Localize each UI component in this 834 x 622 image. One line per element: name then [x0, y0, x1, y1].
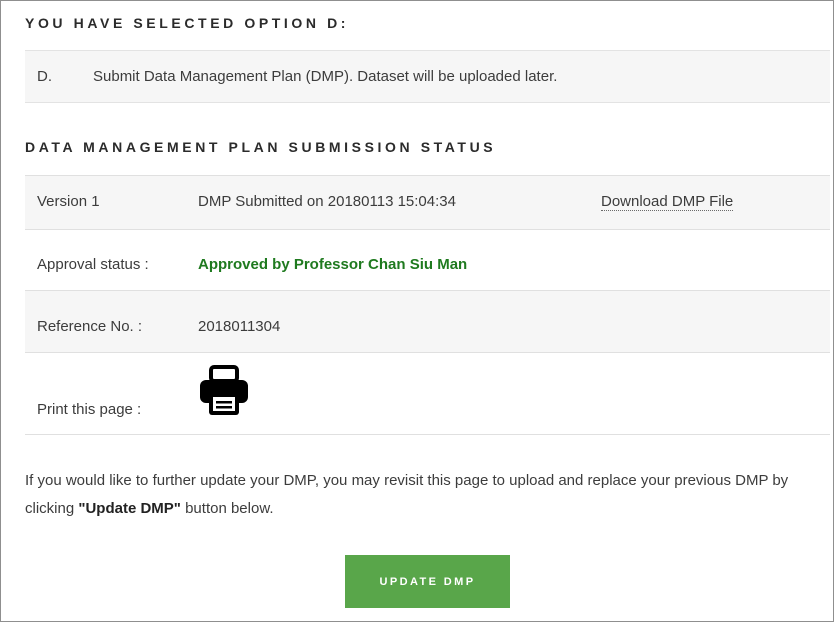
download-dmp-link[interactable]: Download DMP File [601, 193, 734, 211]
update-dmp-button[interactable]: UPDATE DMP [345, 555, 510, 608]
print-label: Print this page : [37, 401, 142, 418]
table-row-approval: Approval status : Approved by Professor … [25, 229, 830, 290]
submitted-text: DMP Submitted on 20180113 15:04:34 [198, 193, 456, 210]
approval-status-value: Approved by Professor Chan Siu Man [198, 256, 468, 273]
option-description: Submit Data Management Plan (DMP). Datas… [93, 68, 558, 85]
instructions-bold: "Update DMP" [78, 500, 181, 517]
option-letter: D. [37, 68, 52, 85]
status-table: Version 1 DMP Submitted on 20180113 15:0… [25, 175, 830, 435]
approval-label: Approval status : [37, 256, 149, 273]
reference-value: 2018011304 [198, 318, 281, 335]
instructions-text-after: button below. [180, 500, 274, 517]
page-frame: YOU HAVE SELECTED OPTION D: D. Submit Da… [0, 0, 834, 622]
version-label: Version 1 [37, 193, 100, 210]
table-row-print: Print this page : [25, 352, 830, 435]
selected-option-heading: YOU HAVE SELECTED OPTION D: [25, 15, 350, 31]
print-button[interactable] [198, 365, 250, 417]
submission-status-heading: DATA MANAGEMENT PLAN SUBMISSION STATUS [25, 139, 497, 155]
printer-icon[interactable] [198, 365, 250, 417]
selected-option-box: D. Submit Data Management Plan (DMP). Da… [25, 50, 830, 103]
table-row-version: Version 1 DMP Submitted on 20180113 15:0… [25, 175, 830, 229]
reference-label: Reference No. : [37, 318, 143, 335]
update-instructions: If you would like to further update your… [25, 467, 815, 523]
table-row-reference: Reference No. : 2018011304 [25, 290, 830, 352]
